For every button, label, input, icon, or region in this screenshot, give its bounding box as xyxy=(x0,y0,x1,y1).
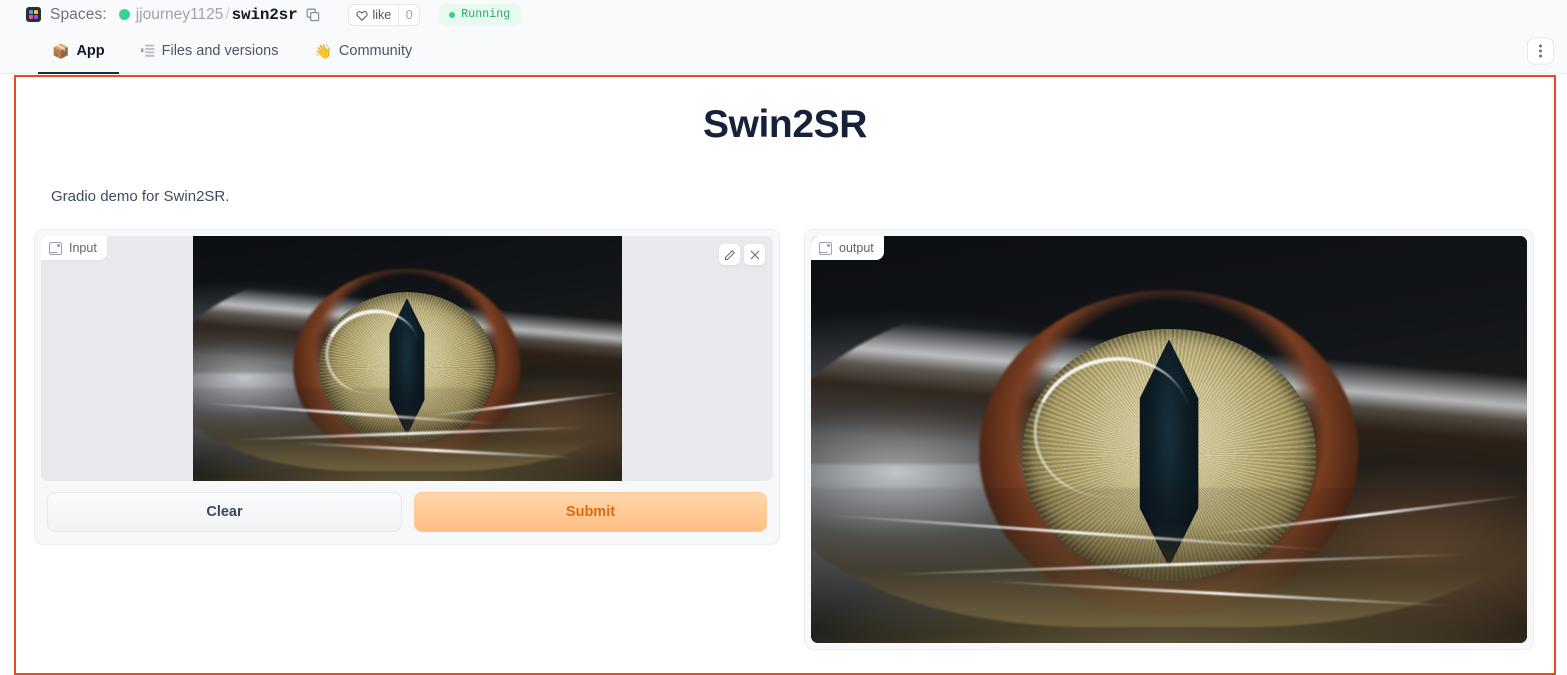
pencil-icon[interactable] xyxy=(719,244,740,265)
status-badge: Running xyxy=(439,3,522,26)
space-owner-link[interactable]: jjourney1125 xyxy=(136,6,224,24)
spaces-logo-icon xyxy=(26,7,41,22)
submit-button[interactable]: Submit xyxy=(414,492,767,532)
tab-community-label: Community xyxy=(338,43,413,59)
gradio-app-frame: Swin2SR Gradio demo for Swin2SR. Input C… xyxy=(14,75,1556,675)
action-button-row: Clear Submit xyxy=(41,492,773,538)
cube-icon: 📦 xyxy=(52,43,70,59)
wave-hand-icon: 👋 xyxy=(314,43,332,59)
spaces-header-bar: Spaces: jjourney1125 / swin2sr like 0 Ru… xyxy=(0,0,1567,29)
file-list-icon xyxy=(140,44,155,59)
heart-icon xyxy=(356,10,369,21)
tab-files-and-versions-label: Files and versions xyxy=(161,43,279,59)
input-label: Input xyxy=(41,236,107,260)
tab-community[interactable]: 👋 Community xyxy=(300,29,426,73)
tab-app-label: App xyxy=(76,43,105,59)
input-panel: Input Clear Submit xyxy=(34,229,780,545)
image-icon xyxy=(819,241,832,255)
input-image-dropzone[interactable]: Input xyxy=(41,236,773,481)
status-badge-dot-icon xyxy=(449,11,456,18)
like-count: 0 xyxy=(398,4,420,25)
output-label: output xyxy=(811,236,884,260)
like-button[interactable]: like xyxy=(349,5,398,25)
copy-icon[interactable] xyxy=(306,8,320,22)
kebab-menu-icon[interactable] xyxy=(1527,37,1554,65)
output-image[interactable] xyxy=(811,236,1527,643)
image-icon xyxy=(49,241,62,255)
spaces-label: Spaces: xyxy=(50,5,107,23)
like-label: like xyxy=(372,7,392,22)
tab-app[interactable]: 📦 App xyxy=(38,29,119,74)
output-panel: output xyxy=(804,229,1534,650)
page-description: Gradio demo for Swin2SR. xyxy=(51,188,230,205)
like-button-group[interactable]: like 0 xyxy=(348,3,421,26)
input-image-toolbar xyxy=(719,244,765,265)
page-title: Swin2SR xyxy=(702,103,868,146)
space-status-dot-icon xyxy=(118,9,130,20)
tab-files-and-versions[interactable]: Files and versions xyxy=(127,29,293,73)
input-column: Input Clear Submit xyxy=(34,229,780,545)
output-column: output xyxy=(804,229,1534,650)
space-tab-bar: 📦 App Files and versions 👋 Community xyxy=(0,29,1567,74)
output-label-text: output xyxy=(839,241,874,255)
close-icon[interactable] xyxy=(744,244,765,265)
path-separator: / xyxy=(225,5,230,23)
status-badge-label: Running xyxy=(461,8,511,21)
input-image[interactable] xyxy=(192,236,622,481)
space-repo-link[interactable]: swin2sr xyxy=(232,6,298,24)
input-label-text: Input xyxy=(69,241,97,255)
io-row: Input Clear Submit output xyxy=(34,229,1536,650)
gradio-app-content: Swin2SR Gradio demo for Swin2SR. Input C… xyxy=(16,77,1554,673)
output-image-container[interactable]: output xyxy=(811,236,1527,643)
clear-button[interactable]: Clear xyxy=(47,492,402,532)
